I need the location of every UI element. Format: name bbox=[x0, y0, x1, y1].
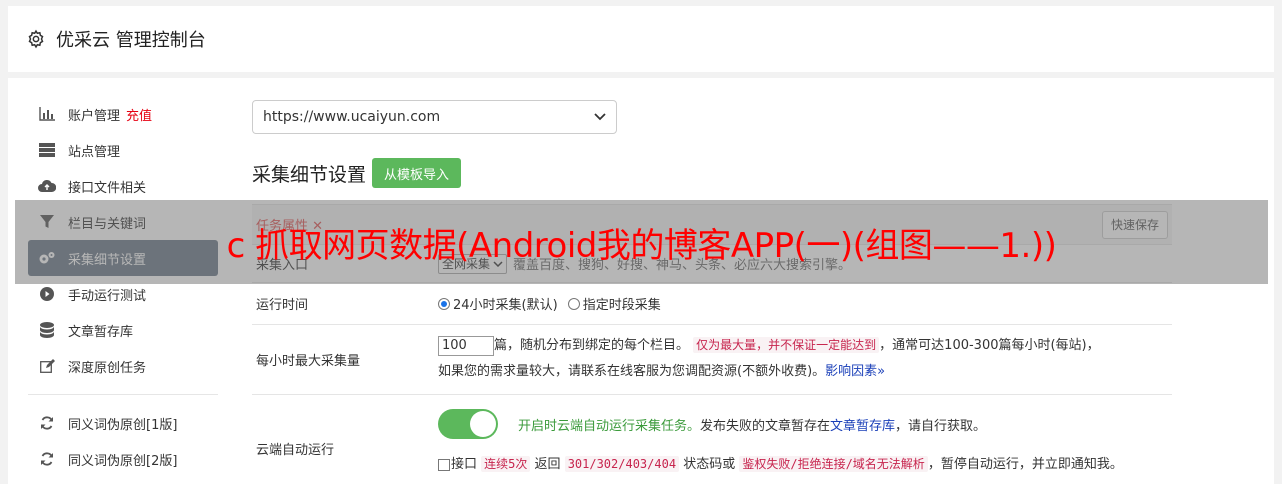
max-per-hour-line1: 100 篇，随机分布到绑定的每个栏目。 仅为最大量，并不保证一定能达到 ，通常可达1… bbox=[438, 335, 1172, 356]
text: 接口 bbox=[451, 457, 478, 472]
sidebar-item-synonym-v2[interactable]: 同义词伪原创[2版] bbox=[28, 441, 218, 477]
sidebar-item-deep-original[interactable]: 深度原创任务 bbox=[28, 348, 218, 384]
max-per-hour-line2: 如果您的需求量较大，请联系在线客服为您调配资源(不额外收费)。影响因素» bbox=[438, 362, 1172, 382]
sidebar-item-label: 站点管理 bbox=[68, 144, 121, 160]
text: ，通常可达100-300篇每小时(每站)， bbox=[879, 338, 1100, 353]
edit-icon bbox=[38, 358, 56, 374]
text: ，请自行获取。 bbox=[895, 418, 987, 434]
sidebar-divider bbox=[28, 394, 218, 395]
code-consecutive: 连续5次 bbox=[481, 456, 531, 472]
radio-scheduled[interactable]: 指定时段采集 bbox=[567, 294, 661, 313]
play-circle-icon bbox=[38, 286, 56, 302]
cloud-on-text: 开启时云端自动运行采集任务。 bbox=[518, 418, 701, 434]
radio-dot bbox=[438, 297, 450, 310]
code-status: 301/302/403/404 bbox=[564, 456, 680, 472]
cloud-line1: 开启时云端自动运行采集任务。 发布失败的文章暂存在 文章暂存库 ，请自行获取。 bbox=[438, 409, 1172, 439]
row-label: 运行时间 bbox=[256, 298, 309, 313]
notify-checkbox[interactable] bbox=[438, 458, 450, 471]
section-header: 采集细节设置 从模板导入 bbox=[252, 158, 1172, 188]
import-template-button[interactable]: 从模板导入 bbox=[372, 158, 462, 188]
row-cloud-auto-run: 云端自动运行 开启时云端自动运行采集任务。 发布失败的文章暂存在 文章暂存库 ，请自行… bbox=[252, 394, 1172, 484]
radio-dot bbox=[567, 297, 580, 310]
database-icon bbox=[38, 322, 56, 338]
sidebar-item-label: 文章暂存库 bbox=[68, 324, 134, 340]
chevron-down-icon bbox=[594, 113, 606, 121]
sidebar-item-label: 手动运行测试 bbox=[68, 288, 147, 304]
max-note-code: 仅为最大量，并不保证一定能达到 bbox=[693, 337, 880, 353]
sidebar-item-label: 接口文件相关 bbox=[68, 180, 147, 196]
text: 状态码或 bbox=[683, 457, 736, 472]
recharge-link[interactable]: 充值 bbox=[126, 105, 152, 124]
cloud-auto-run-toggle[interactable] bbox=[438, 409, 498, 439]
server-icon bbox=[38, 142, 56, 158]
sidebar-item-label: 同义词伪原创[1版] bbox=[68, 417, 178, 433]
row-run-time: 运行时间 24小时采集(默认) 指定时段采集 bbox=[252, 282, 1172, 324]
main-panel: https://www.ucaiyun.com 采集细节设置 从模板导入 任务属… bbox=[252, 100, 1172, 484]
sidebar-item-account[interactable]: 账户管理 充值 bbox=[28, 96, 218, 132]
gear-icon bbox=[28, 29, 44, 49]
sidebar-item-interface[interactable]: 接口文件相关 bbox=[28, 168, 218, 204]
text: 篇，随机分布到绑定的每个栏目。 bbox=[494, 338, 690, 353]
radio-label: 指定时段采集 bbox=[582, 298, 661, 313]
bar-chart-icon bbox=[38, 106, 56, 122]
cloud-upload-icon bbox=[38, 178, 56, 194]
sidebar-item-article-store[interactable]: 文章暂存库 bbox=[28, 312, 218, 348]
text: ，暂停自动运行，并立即通知我。 bbox=[927, 457, 1123, 472]
sidebar-item-label: 深度原创任务 bbox=[68, 360, 147, 376]
influence-factors-link[interactable]: 影响因素» bbox=[825, 364, 885, 379]
site-select[interactable]: https://www.ucaiyun.com bbox=[252, 100, 617, 134]
sidebar: 账户管理 充值 站点管理 接口文件相关 栏目与关键词 采集细节设置 bbox=[28, 96, 218, 477]
site-select-value: https://www.ucaiyun.com bbox=[263, 109, 441, 125]
sidebar-item-label: 账户管理 bbox=[68, 108, 121, 124]
sidebar-item-sites[interactable]: 站点管理 bbox=[28, 132, 218, 168]
refresh-icon bbox=[38, 451, 56, 467]
article-store-link[interactable]: 文章暂存库 bbox=[830, 415, 895, 434]
app-header: 优采云 管理控制台 bbox=[8, 6, 1274, 72]
cloud-line2: 接口 连续5次 返回 301/302/403/404 状态码或 鉴权失败/拒绝连… bbox=[438, 453, 1172, 472]
max-per-hour-input[interactable]: 100 bbox=[438, 336, 494, 356]
row-max-per-hour: 每小时最大采集量 100 篇，随机分布到绑定的每个栏目。 仅为最大量，并不保证一定… bbox=[252, 324, 1172, 394]
overlay-title: c 抓取网页数据(Android我的博客APP(一)(组图——1.)) bbox=[226, 225, 1057, 266]
sidebar-item-label: 同义词伪原创[2版] bbox=[68, 453, 178, 469]
page-title: 优采云 管理控制台 bbox=[56, 30, 206, 51]
text: 如果您的需求量较大，请联系在线客服为您调配资源(不额外收费)。 bbox=[438, 364, 826, 379]
row-label: 每小时最大采集量 bbox=[256, 354, 361, 369]
refresh-icon bbox=[38, 415, 56, 431]
sidebar-item-synonym-v1[interactable]: 同义词伪原创[1版] bbox=[28, 405, 218, 441]
code-errors: 鉴权失败/拒绝连接/域名无法解析 bbox=[739, 456, 928, 472]
title-overlay: c 抓取网页数据(Android我的博客APP(一)(组图——1.)) bbox=[15, 200, 1268, 284]
radio-24h[interactable]: 24小时采集(默认) bbox=[438, 294, 558, 313]
toggle-knob bbox=[470, 411, 496, 437]
text: 发布失败的文章暂存在 bbox=[700, 418, 831, 434]
section-title: 采集细节设置 bbox=[252, 163, 367, 186]
radio-label: 24小时采集(默认) bbox=[453, 298, 558, 313]
text: 返回 bbox=[534, 457, 561, 472]
row-label: 云端自动运行 bbox=[256, 443, 335, 458]
